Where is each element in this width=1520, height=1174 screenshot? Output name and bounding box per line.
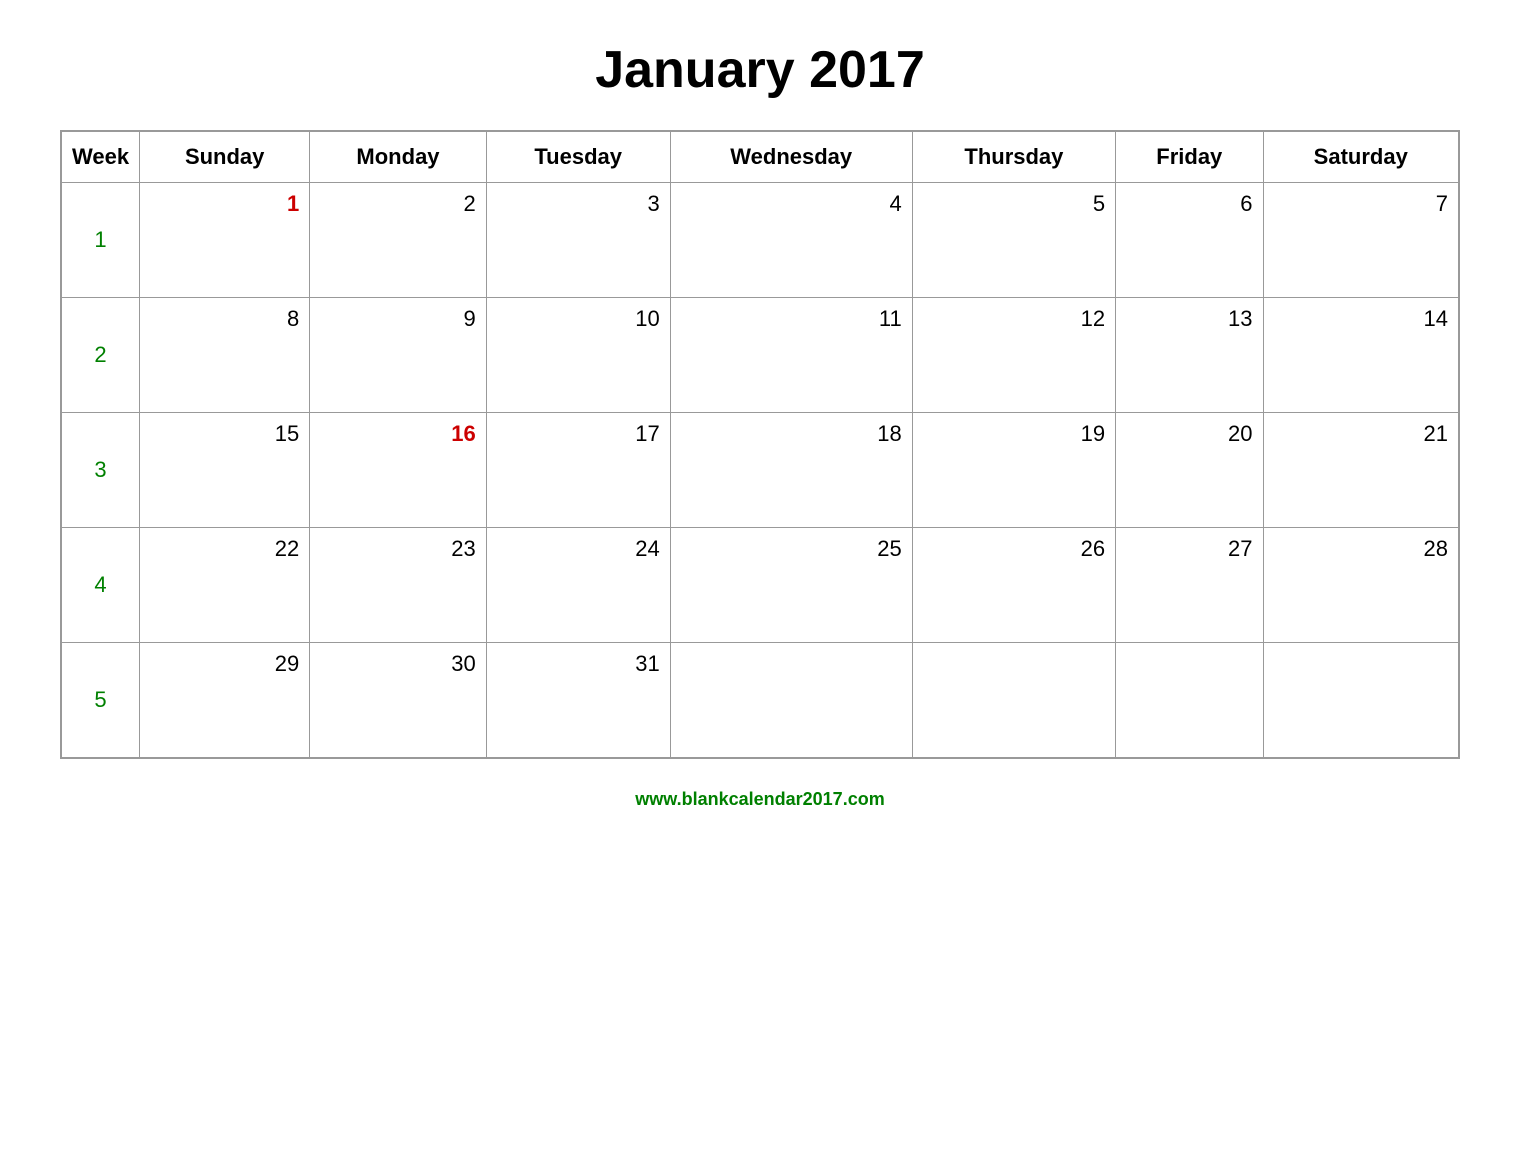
day-cell: 3 <box>486 183 670 298</box>
day-cell: 16 <box>310 413 486 528</box>
day-cell <box>1263 643 1459 758</box>
day-cell: 31 <box>486 643 670 758</box>
day-cell: 18 <box>670 413 912 528</box>
day-cell: 11 <box>670 298 912 413</box>
day-cell: 20 <box>1116 413 1263 528</box>
footer-url: www.blankcalendar2017.com <box>635 789 884 809</box>
day-cell: 25 <box>670 528 912 643</box>
day-cell: 12 <box>912 298 1115 413</box>
day-cell: 30 <box>310 643 486 758</box>
week-row-2: 2891011121314 <box>61 298 1459 413</box>
col-friday: Friday <box>1116 131 1263 183</box>
day-cell: 29 <box>140 643 310 758</box>
day-cell: 7 <box>1263 183 1459 298</box>
day-cell: 15 <box>140 413 310 528</box>
col-wednesday: Wednesday <box>670 131 912 183</box>
day-cell: 17 <box>486 413 670 528</box>
day-cell: 2 <box>310 183 486 298</box>
week-num-4: 4 <box>61 528 140 643</box>
page-title: January 2017 <box>595 40 925 100</box>
day-cell: 22 <box>140 528 310 643</box>
col-tuesday: Tuesday <box>486 131 670 183</box>
col-thursday: Thursday <box>912 131 1115 183</box>
calendar-table: Week Sunday Monday Tuesday Wednesday Thu… <box>60 130 1460 759</box>
day-cell: 9 <box>310 298 486 413</box>
day-cell: 19 <box>912 413 1115 528</box>
col-saturday: Saturday <box>1263 131 1459 183</box>
week-num-3: 3 <box>61 413 140 528</box>
header-row: Week Sunday Monday Tuesday Wednesday Thu… <box>61 131 1459 183</box>
day-cell: 10 <box>486 298 670 413</box>
col-week: Week <box>61 131 140 183</box>
day-cell: 28 <box>1263 528 1459 643</box>
week-num-2: 2 <box>61 298 140 413</box>
day-cell: 1 <box>140 183 310 298</box>
day-cell: 27 <box>1116 528 1263 643</box>
day-cell: 13 <box>1116 298 1263 413</box>
week-row-4: 422232425262728 <box>61 528 1459 643</box>
day-cell: 5 <box>912 183 1115 298</box>
week-row-3: 315161718192021 <box>61 413 1459 528</box>
day-cell: 26 <box>912 528 1115 643</box>
day-cell <box>1116 643 1263 758</box>
col-sunday: Sunday <box>140 131 310 183</box>
day-cell <box>670 643 912 758</box>
day-cell: 4 <box>670 183 912 298</box>
week-num-1: 1 <box>61 183 140 298</box>
day-cell: 14 <box>1263 298 1459 413</box>
footer: www.blankcalendar2017.com <box>635 789 884 810</box>
day-cell: 24 <box>486 528 670 643</box>
week-row-5: 5293031 <box>61 643 1459 758</box>
week-row-1: 11234567 <box>61 183 1459 298</box>
col-monday: Monday <box>310 131 486 183</box>
week-num-5: 5 <box>61 643 140 758</box>
day-cell: 8 <box>140 298 310 413</box>
day-cell: 6 <box>1116 183 1263 298</box>
day-cell: 23 <box>310 528 486 643</box>
day-cell <box>912 643 1115 758</box>
day-cell: 21 <box>1263 413 1459 528</box>
